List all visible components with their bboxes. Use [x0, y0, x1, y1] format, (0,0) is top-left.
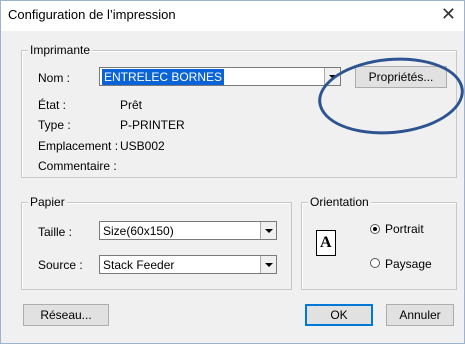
- paper-size-combo[interactable]: Size(60x150): [99, 221, 277, 240]
- orientation-group-legend: Orientation: [308, 195, 371, 209]
- chevron-down-icon[interactable]: [260, 222, 276, 239]
- location-value: USB002: [120, 139, 165, 153]
- location-label: Emplacement :: [38, 139, 119, 153]
- paper-size-label: Taille :: [38, 225, 73, 239]
- printer-group-legend: Imprimante: [28, 43, 93, 57]
- close-icon[interactable]: ✕: [441, 4, 456, 25]
- portrait-page-icon: A: [316, 230, 336, 256]
- paper-source-label: Source :: [38, 258, 83, 272]
- paper-source-value: Stack Feeder: [103, 258, 175, 272]
- landscape-label[interactable]: Paysage: [385, 257, 432, 271]
- type-value: P-PRINTER: [120, 118, 185, 132]
- printer-name-value: ENTRELEC BORNES: [102, 69, 225, 85]
- status-label: État :: [38, 98, 67, 112]
- landscape-radio[interactable]: [370, 258, 380, 268]
- paper-group: Papier: [21, 195, 292, 290]
- window-title: Configuration de l’impression: [8, 7, 176, 22]
- portrait-label[interactable]: Portrait: [385, 222, 424, 236]
- title-bar: Configuration de l’impression ✕: [1, 1, 464, 31]
- paper-size-value: Size(60x150): [103, 224, 174, 238]
- printer-name-label: Nom :: [38, 71, 71, 85]
- chevron-down-icon[interactable]: [260, 256, 276, 273]
- network-button[interactable]: Réseau...: [23, 304, 109, 326]
- printer-name-combo[interactable]: ENTRELEC BORNES: [99, 67, 341, 86]
- comment-label: Commentaire :: [38, 159, 117, 173]
- ok-button[interactable]: OK: [305, 304, 373, 326]
- print-setup-dialog: Configuration de l’impression ✕ Impriman…: [0, 0, 465, 344]
- type-label: Type :: [38, 118, 71, 132]
- paper-source-combo[interactable]: Stack Feeder: [99, 255, 277, 274]
- status-value: Prêt: [120, 98, 143, 112]
- cancel-button[interactable]: Annuler: [386, 304, 454, 326]
- portrait-radio[interactable]: [370, 224, 380, 234]
- paper-group-legend: Papier: [28, 195, 67, 209]
